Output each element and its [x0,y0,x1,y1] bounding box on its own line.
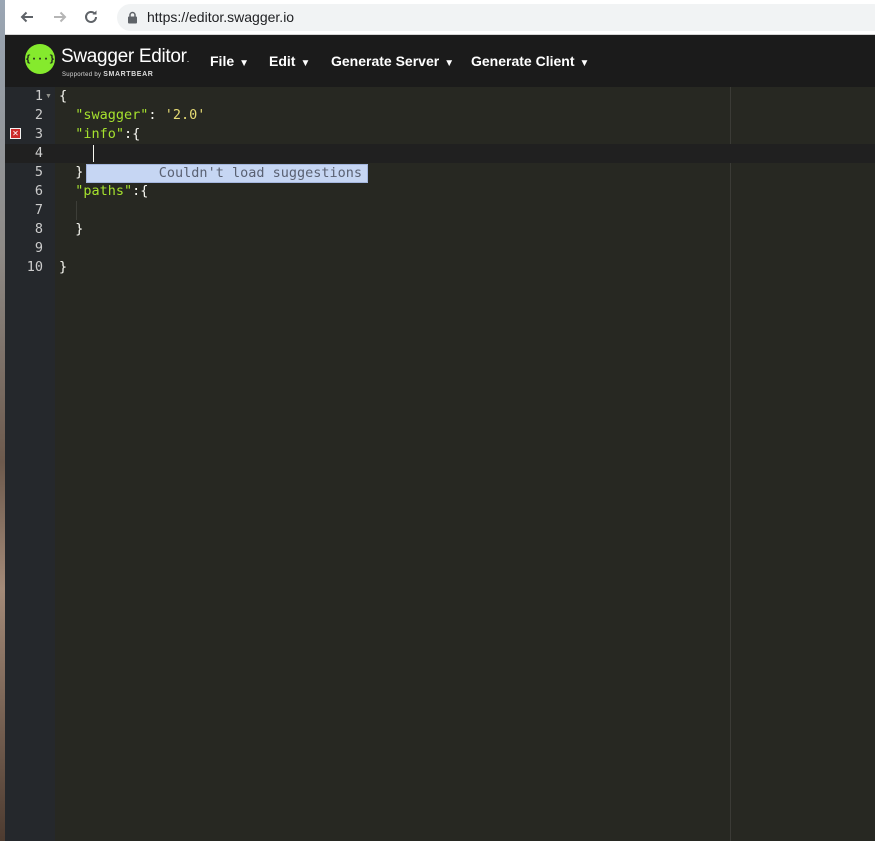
line-number: 5 [34,164,43,180]
active-line-highlight [55,144,875,163]
code-token: } [59,259,68,275]
subtitle-brand: SMARTBEAR [103,71,154,78]
code-token: } [75,164,84,180]
swagger-topbar: {···} Swagger Editor. Supported by SMART… [5,35,875,87]
line-number: 10 [26,259,43,275]
logo-glyph: {···} [24,53,56,65]
caret-down-icon: ▼ [444,58,455,69]
swagger-logo-icon[interactable]: {···} [25,44,55,74]
arrow-right-icon [54,11,67,23]
code-line: } [59,220,83,239]
app-title: Swagger Editor. [61,46,189,68]
menu-generate-server[interactable]: Generate Server ▼ [331,53,454,69]
code-token: :{ [124,126,141,142]
code-token: { [59,88,68,104]
code-token: :{ [132,183,149,199]
menu-generate-client-label: Generate Client [471,53,575,69]
menu-file[interactable]: File ▼ [210,53,249,69]
code-line: "info":{ [59,125,140,144]
menu-edit-label: Edit [269,53,296,69]
caret-down-icon: ▼ [579,58,590,69]
menu-file-label: File [210,53,235,69]
code-editor[interactable] [55,87,875,841]
app-subtitle: Supported by SMARTBEAR [62,71,153,78]
lock-icon [128,11,137,24]
code-key: "swagger" [75,107,149,123]
text-cursor [93,145,94,162]
line-number: 1 [34,88,43,104]
code-value: '2.0' [164,107,206,123]
forward-button[interactable] [49,6,71,28]
reload-icon [85,10,97,23]
print-margin [730,87,731,841]
menu-generate-client[interactable]: Generate Client ▼ [471,53,589,69]
fold-toggle-icon[interactable]: ▼ [45,93,52,100]
browser-toolbar: https://editor.swagger.io [5,0,875,35]
line-number: 6 [34,183,43,199]
code-line: { [59,87,67,106]
caret-down-icon: ▼ [300,58,311,69]
line-number: 2 [34,107,43,123]
code-line: "swagger": '2.0' [59,106,205,125]
caret-down-icon: ▼ [239,58,250,69]
app-title-text: Swagger Editor [61,46,187,67]
app-title-suffix: . [186,54,190,64]
code-token: : [148,107,165,123]
code-line: "paths":{ [59,182,148,201]
line-number: 7 [34,202,43,218]
code-key: "info" [75,126,125,142]
line-number: 9 [34,240,43,256]
autocomplete-message: Couldn't load suggestions [158,165,362,181]
indent-guide [76,201,77,220]
address-bar[interactable]: https://editor.swagger.io [117,4,875,31]
autocomplete-popup[interactable]: Couldn't load suggestions [86,164,368,183]
code-key: "paths" [75,183,133,199]
error-marker-icon[interactable]: ✕ [10,128,21,139]
code-token: } [75,221,84,237]
url-text: https://editor.swagger.io [147,9,295,25]
reload-button[interactable] [80,6,102,28]
arrow-left-icon [20,11,33,23]
line-number: 8 [34,221,43,237]
line-number: 4 [34,145,43,161]
code-line: } [59,258,67,277]
subtitle-prefix: Supported by [62,72,102,78]
code-line: } [59,163,83,182]
back-button[interactable] [16,6,38,28]
menu-generate-server-label: Generate Server [331,53,440,69]
menu-edit[interactable]: Edit ▼ [269,53,310,69]
